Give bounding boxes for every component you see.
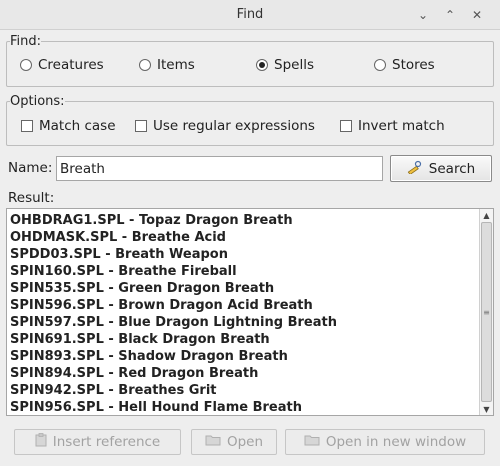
maximize-icon[interactable]: ⌃ [443,8,457,22]
list-item[interactable]: SPIN596.SPL - Brown Dragon Acid Breath [7,297,479,314]
scroll-down-icon[interactable]: ▼ [480,403,493,415]
list-item[interactable]: SPIN535.SPL - Green Dragon Breath [7,280,479,297]
name-input[interactable] [56,156,383,181]
result-label: Result: [8,190,55,206]
list-item[interactable]: SPIN691.SPL - Black Dragon Breath [7,331,479,348]
radio-circle [374,59,386,71]
radio-spells[interactable]: Spells [256,57,314,73]
minimize-icon[interactable]: ⌄ [416,8,430,22]
search-button[interactable]: Search [390,155,492,182]
radio-stores-label: Stores [392,57,435,73]
name-label: Name: [8,160,53,176]
radio-circle-selected [256,59,268,71]
radio-spells-label: Spells [274,57,314,73]
open-button[interactable]: Open [191,429,277,455]
results-list[interactable]: OHBDRAG1.SPL - Topaz Dragon Breath OHDMA… [6,208,494,416]
list-item[interactable]: SPDD03.SPL - Breath Weapon [7,246,479,263]
scrollbar-thumb[interactable]: ≡ [481,222,492,402]
checkbox-match-case-label: Match case [39,118,116,134]
radio-items-label: Items [157,57,195,73]
clipboard-icon [35,433,47,451]
folder-icon [304,434,320,450]
list-item[interactable]: SPIN894.SPL - Red Dragon Breath [7,365,479,382]
insert-reference-button[interactable]: Insert reference [14,429,181,455]
checkbox-invert-match-label: Invert match [358,118,445,134]
search-button-label: Search [428,160,476,177]
list-item[interactable]: OHDMASK.SPL - Breathe Acid [7,229,479,246]
checkbox-box [21,120,33,132]
radio-creatures[interactable]: Creatures [20,57,104,73]
open-label: Open [226,434,264,450]
checkbox-box [135,120,147,132]
checkbox-box [340,120,352,132]
list-item[interactable]: SPIN160.SPL - Breathe Fireball [7,263,479,280]
checkbox-invert-match[interactable]: Invert match [340,118,445,134]
find-group-label: Find: [10,34,42,49]
list-item[interactable]: SPIN597.SPL - Blue Dragon Lightning Brea… [7,314,479,331]
checkbox-regex[interactable]: Use regular expressions [135,118,315,134]
radio-items[interactable]: Items [139,57,195,73]
insert-reference-label: Insert reference [52,434,161,450]
radio-stores[interactable]: Stores [374,57,435,73]
open-new-window-label: Open in new window [325,434,467,450]
list-item[interactable]: SPIN956.SPL - Hell Hound Flame Breath [7,399,479,416]
radio-circle [20,59,32,71]
radio-circle [139,59,151,71]
radio-creatures-label: Creatures [38,57,104,73]
checkbox-regex-label: Use regular expressions [153,118,315,134]
scroll-up-icon[interactable]: ▲ [480,209,493,221]
list-item[interactable]: SPIN893.SPL - Shadow Dragon Breath [7,348,479,365]
close-icon[interactable]: ✕ [470,8,484,22]
title-bar: Find ⌄ ⌃ ✕ [0,0,500,30]
list-item[interactable]: OHBDRAG1.SPL - Topaz Dragon Breath [7,212,479,229]
checkbox-match-case[interactable]: Match case [21,118,116,134]
options-group-label: Options: [10,94,65,109]
pencil-magnifier-icon [407,160,423,178]
folder-icon [205,434,221,450]
list-item[interactable]: SPIN942.SPL - Breathes Grit [7,382,479,399]
open-new-window-button[interactable]: Open in new window [285,429,485,455]
results-rows: OHBDRAG1.SPL - Topaz Dragon Breath OHDMA… [7,212,479,416]
vertical-scrollbar[interactable]: ▲ ≡ ▼ [479,209,493,415]
